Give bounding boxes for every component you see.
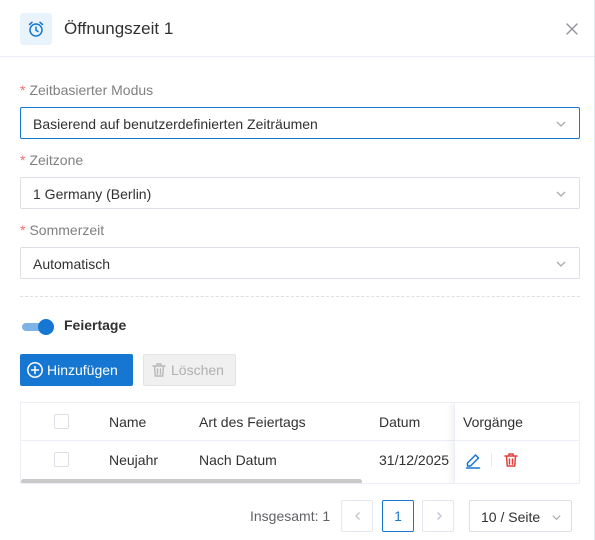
holiday-name-cell: Neujahr <box>109 452 159 468</box>
column-header-operations: Vorgänge <box>463 414 523 430</box>
horizontal-scrollbar[interactable] <box>21 479 362 483</box>
dst-label: * Sommerzeit <box>20 222 104 238</box>
chevron-down-icon <box>552 515 561 521</box>
header-row-border <box>455 440 579 441</box>
prev-page-button[interactable] <box>341 500 373 532</box>
timezone-label-text: Zeitzone <box>29 152 84 168</box>
required-mark: * <box>20 152 26 168</box>
delete-holidays-button-label: Löschen <box>171 362 224 378</box>
mode-label-text: Zeitbasierter Modus <box>29 82 154 98</box>
timezone-label: * Zeitzone <box>20 152 83 168</box>
chevron-right-icon <box>437 512 442 520</box>
plus-circle-icon <box>27 362 43 378</box>
opening-hours-dialog: Öffnungszeit 1 * Zeitbasierter Modus Basi… <box>0 0 595 540</box>
edit-icon[interactable] <box>464 452 482 470</box>
timezone-select-value: 1 Germany (Berlin) <box>33 186 152 202</box>
required-mark: * <box>20 82 26 98</box>
section-divider <box>20 296 580 297</box>
column-header-date: Datum <box>379 414 421 430</box>
page-number-button[interactable]: 1 <box>382 500 414 532</box>
column-header-name: Name <box>109 414 147 430</box>
chevron-left-icon <box>355 512 360 520</box>
operations-separator <box>491 453 492 467</box>
holidays-toggle[interactable] <box>22 319 54 335</box>
chevron-down-icon <box>556 261 566 267</box>
holiday-date-cell: 31/12/2025 <box>379 452 450 468</box>
holiday-type-cell: Nach Datum <box>199 452 277 468</box>
close-icon[interactable] <box>564 21 580 37</box>
holidays-table: Name Art des Feiertags Datum Neujahr Nac… <box>20 402 580 484</box>
dst-select[interactable]: Automatisch <box>20 247 580 279</box>
trash-icon[interactable] <box>502 451 520 469</box>
dialog-header: Öffnungszeit 1 <box>0 0 594 57</box>
trash-icon <box>152 363 166 377</box>
column-header-type: Art des Feiertags <box>199 414 306 430</box>
row-checkbox[interactable] <box>54 452 69 467</box>
mode-select-value: Basierend auf benutzerdefinierten Zeiträ… <box>33 116 318 132</box>
dst-select-value: Automatisch <box>33 256 111 272</box>
chevron-down-icon <box>556 121 566 127</box>
next-page-button[interactable] <box>422 500 454 532</box>
chevron-down-icon <box>556 191 566 197</box>
mode-select[interactable]: Basierend auf benutzerdefinierten Zeiträ… <box>20 107 580 139</box>
dialog-title: Öffnungszeit 1 <box>64 19 174 38</box>
holidays-toggle-label: Feiertage <box>64 317 127 333</box>
select-all-checkbox[interactable] <box>54 414 69 429</box>
toggle-knob <box>38 319 54 335</box>
delete-holidays-button[interactable]: Löschen <box>143 354 236 386</box>
mode-label: * Zeitbasierter Modus <box>20 82 153 98</box>
operations-column: Vorgänge <box>454 403 579 483</box>
required-mark: * <box>20 222 26 238</box>
page-size-select[interactable]: 10 / Seite <box>469 500 572 532</box>
pagination-total: Insgesamt: 1 <box>250 508 331 524</box>
timezone-select[interactable]: 1 Germany (Berlin) <box>20 177 580 209</box>
alarm-clock-icon <box>20 13 52 45</box>
dst-label-text: Sommerzeit <box>29 222 105 238</box>
page-size-value: 10 / Seite <box>481 509 541 525</box>
add-holiday-button[interactable]: Hinzufügen <box>20 354 133 386</box>
add-holiday-button-label: Hinzufügen <box>47 362 118 378</box>
